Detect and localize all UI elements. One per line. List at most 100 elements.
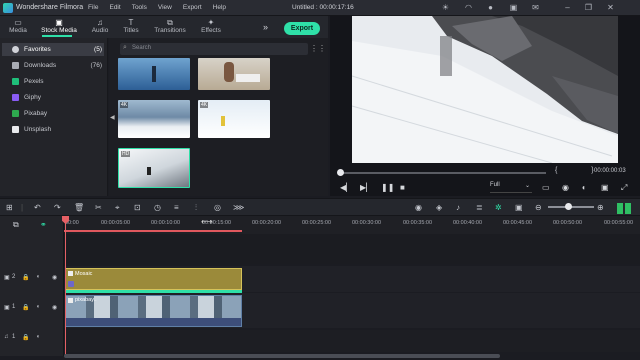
work-area-range[interactable] [64, 230, 242, 232]
prev-frame-icon[interactable]: ◀▏ [340, 183, 352, 192]
sidebar-item-downloads[interactable]: Downloads (76) [2, 59, 104, 72]
grid-view-icon[interactable]: ⋮⋮ [310, 44, 326, 53]
menu-help[interactable]: Help [213, 4, 226, 11]
level-meter-left [617, 203, 623, 214]
render-icon[interactable]: ▭ [542, 183, 550, 192]
save-icon[interactable]: ▣ [509, 3, 518, 12]
menu-view[interactable]: View [158, 4, 172, 11]
menu-file[interactable]: File [88, 4, 98, 11]
mic-icon[interactable]: ♪ [456, 202, 460, 213]
eye-icon[interactable]: ◉ [52, 304, 57, 311]
ruler-label: 00:00:45:00 [503, 220, 533, 226]
mute-icon[interactable]: ◖ [36, 334, 40, 340]
adjust-icon[interactable]: ≡ [174, 202, 179, 213]
transitions-icon: ⧉ [167, 18, 173, 27]
snapshot-icon[interactable]: ◉ [562, 183, 569, 192]
menu-tools[interactable]: Tools [132, 4, 147, 11]
mosaic-effect-clip[interactable]: Mosaic [65, 268, 242, 290]
redo-icon[interactable]: ↷ [54, 202, 61, 213]
pip-icon[interactable]: ▣ [601, 183, 609, 192]
more-tabs-chevron-icon[interactable]: » [263, 22, 268, 32]
zoom-out-icon[interactable]: ⊖ [535, 202, 542, 213]
ruler-label: 00:00:25:00 [302, 220, 332, 226]
stop-icon[interactable]: ■ [400, 183, 405, 192]
layout-icon[interactable]: ⊞ [6, 202, 13, 213]
menu-export[interactable]: Export [183, 4, 202, 11]
ruler-label: 00:00:05:00 [101, 220, 131, 226]
play-icon[interactable]: ▶▏ [360, 183, 372, 192]
search-input[interactable]: ⌕ Search [120, 43, 308, 55]
mute-icon[interactable]: ◖ [36, 274, 40, 280]
more-tools-icon[interactable]: ⋙ [233, 202, 244, 213]
thumb-skier-yellow[interactable]: 4K [198, 100, 270, 138]
delete-icon[interactable]: 🗑 [74, 202, 84, 213]
lock-icon[interactable]: 🔒 [22, 334, 29, 341]
sidebar-item-giphy[interactable]: Giphy [2, 91, 104, 104]
playhead[interactable] [65, 216, 66, 356]
tab-effects[interactable]: ✦ Effects [193, 18, 229, 38]
tab-media[interactable]: ▭ Media [0, 18, 36, 38]
account-icon[interactable]: ● [486, 3, 495, 12]
thumb-person-laptop[interactable] [198, 58, 270, 90]
minimize-icon[interactable]: – [563, 3, 572, 12]
export-button[interactable]: Export [284, 22, 320, 35]
collapse-panel-icon[interactable]: ◀ [110, 114, 115, 121]
tab-transitions[interactable]: ⧉ Transitions [150, 18, 190, 38]
zoom-in-icon[interactable]: ⊕ [597, 202, 604, 213]
video-track-icon: ▣ [4, 305, 10, 311]
sidebar-item-favorites[interactable]: Favorites (5) [2, 43, 104, 56]
thumb-mountain-snow[interactable]: 4K [118, 100, 190, 138]
sidebar-item-pixabay[interactable]: Pixabay [2, 107, 104, 120]
tag-icon[interactable]: ⌖ [115, 202, 120, 213]
thumb-skier-blue[interactable] [118, 58, 190, 90]
headphones-icon[interactable]: ◠ [464, 3, 473, 12]
close-icon[interactable]: ✕ [606, 3, 615, 12]
restore-icon[interactable]: ❐ [584, 3, 593, 12]
volume-icon[interactable]: ◖ [581, 183, 586, 192]
stock-icon: ▣ [55, 18, 63, 27]
eye-icon[interactable]: ◉ [52, 274, 57, 281]
lock-icon[interactable]: 🔒 [22, 274, 29, 281]
pip-track-icon[interactable]: ▣ [515, 202, 523, 213]
title-bar: Wondershare Filmora File Edit Tools View… [0, 0, 640, 16]
menu-edit[interactable]: Edit [109, 4, 120, 11]
sun-icon[interactable]: ☀ [441, 3, 450, 12]
sidebar-item-unsplash[interactable]: Unsplash [2, 123, 104, 136]
cut-icon[interactable]: ✂ [95, 202, 102, 213]
marker-icon[interactable]: ◈ [436, 202, 442, 213]
library-tabs: ▭ Media ▣ Stock Media ♫ Audio T Titles ⧉ Tran… [0, 16, 328, 38]
link-icon[interactable]: ⚭ [40, 220, 47, 229]
tab-titles[interactable]: T Titles [113, 18, 149, 38]
filmora-logo-icon [3, 3, 13, 13]
quality-select[interactable]: Full ⌄ [490, 182, 532, 193]
pause-icon[interactable]: ❚❚ [381, 183, 394, 192]
snap-icon[interactable]: ✲ [495, 202, 502, 213]
heart-icon [12, 46, 19, 53]
preview-scrubber[interactable] [340, 172, 546, 174]
pixabay-icon [12, 110, 19, 117]
video-clip[interactable]: pixabay.. [65, 295, 242, 327]
timeline-scrollbar[interactable] [64, 354, 500, 358]
thumb-skier-slope[interactable]: HD [118, 148, 190, 188]
lock-icon[interactable]: 🔒 [22, 304, 29, 311]
scrubber-knob[interactable] [337, 169, 344, 176]
mute-icon[interactable]: ◖ [36, 304, 40, 310]
color-icon[interactable]: ◎ [214, 202, 221, 213]
render-preview-icon[interactable]: ◉ [415, 202, 422, 213]
audio-wave-icon[interactable]: ⫶ [195, 202, 197, 213]
zoom-slider-knob[interactable] [565, 203, 572, 210]
crop-icon[interactable]: ⊡ [134, 202, 141, 213]
fullscreen-icon[interactable]: ⤢ [621, 183, 627, 193]
clip-audio-waveform [66, 318, 241, 326]
sidebar-item-pexels[interactable]: Pexels [2, 75, 104, 88]
document-title: Untitled : 00:00:17:16 [292, 4, 354, 11]
titles-icon: T [128, 18, 134, 27]
timeline-toolbar: ⊞ | ↶ ↷ 🗑 ✂ ⌖ ⊡ ◷ ≡ ⫶ ◎ ⋙ ◉ ◈ ♪ ≣ ✲ ▣ ⊖ … [0, 198, 640, 216]
fx-badge-icon [68, 281, 74, 287]
mail-icon[interactable]: ✉ [531, 3, 540, 12]
add-track-icon[interactable]: ⧉ [13, 220, 19, 230]
video-track-icon: ▣ [4, 275, 10, 281]
undo-icon[interactable]: ↶ [34, 202, 41, 213]
speed-icon[interactable]: ◷ [154, 202, 161, 213]
voiceover-icon[interactable]: ≣ [476, 202, 483, 213]
